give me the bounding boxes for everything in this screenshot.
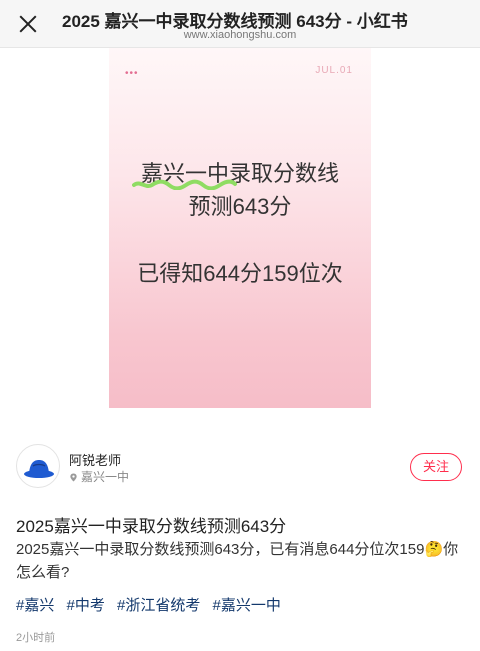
image-headline-line-3: 已得知644分159位次 (137, 261, 343, 286)
location-pin-icon (70, 473, 77, 482)
post-tags: #嘉兴 #中考 #浙江省统考 #嘉兴一中 (16, 594, 289, 615)
bucket-hat-icon (24, 460, 54, 478)
post-title: 2025嘉兴一中录取分数线预测643分 (16, 517, 287, 536)
browser-top-bar: 2025 嘉兴一中录取分数线预测 643分 - 小红书 www.xiaohong… (0, 0, 480, 48)
post-body: 2025嘉兴一中录取分数线预测643分，已有消息644分位次159🤔你怎么看? (16, 541, 459, 581)
tag-link[interactable]: #嘉兴 (16, 597, 54, 614)
author-location-text: 嘉兴一中 (81, 470, 130, 484)
tag-link[interactable]: #中考 (67, 597, 105, 614)
page-url: www.xiaohongshu.com (183, 29, 297, 41)
tag-link[interactable]: #嘉兴一中 (213, 597, 281, 614)
follow-button[interactable]: 关注 (410, 453, 462, 481)
post-image-card[interactable]: ••• JUL.01 嘉兴一中录取分数线 预测643分 已得知644分159位次 (109, 48, 371, 408)
author-name[interactable]: 阿锐老师 (69, 450, 121, 469)
author-location: 嘉兴一中 (69, 468, 129, 485)
decorative-dots: ••• (125, 68, 139, 79)
avatar[interactable] (16, 444, 60, 488)
date-stamp: JUL.01 (315, 65, 353, 76)
tag-link[interactable]: #浙江省统考 (117, 597, 200, 614)
post-time: 2小时前 (16, 632, 56, 644)
image-headline-line-2: 预测643分 (188, 194, 292, 219)
author-row: 阿锐老师 嘉兴一中 关注 (16, 444, 464, 490)
